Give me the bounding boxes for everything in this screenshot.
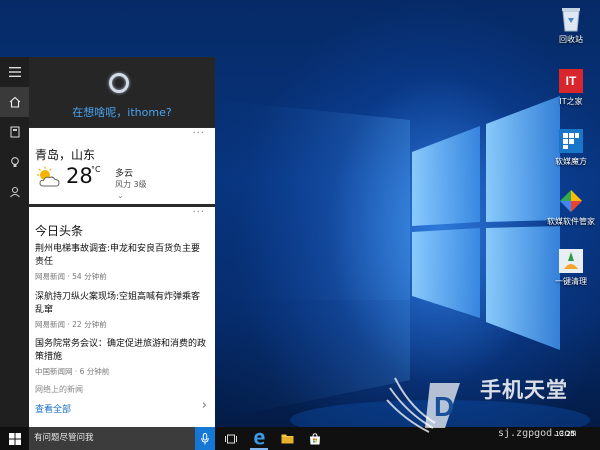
edge-icon: [253, 432, 265, 445]
microphone-icon: [201, 432, 209, 444]
task-view-button[interactable]: [217, 427, 245, 450]
software-manager-icon: [558, 188, 584, 214]
chevron-down-icon[interactable]: ⌄: [117, 191, 124, 200]
hamburger-menu-button[interactable]: [0, 57, 29, 87]
lightbulb-icon: [10, 157, 19, 167]
cortana-search-box[interactable]: 有问题尽管问我: [29, 427, 195, 450]
windows-logo-icon: [8, 432, 21, 445]
desktop-icon-software-manager[interactable]: 软媒软件管家: [542, 188, 600, 227]
desktop-icon-label: IT之家: [559, 97, 583, 106]
clean-icon: [558, 248, 584, 274]
svg-text:D: D: [434, 391, 454, 422]
ithome-icon: IT: [558, 68, 584, 94]
chevron-right-icon[interactable]: ›: [202, 398, 207, 413]
desktop-icon-rubik[interactable]: 软媒魔方: [542, 128, 600, 167]
hamburger-icon: [8, 67, 21, 77]
desktop-icon-ithome[interactable]: IT IT之家: [542, 68, 600, 107]
news-card-title: 今日头条: [35, 224, 84, 238]
rail-reminders-button[interactable]: [0, 147, 29, 177]
cortana-header: 在想啥呢，ithome?: [29, 57, 215, 127]
recycle-bin-icon: [558, 6, 584, 32]
news-card: ··· 今日头条 荆州电梯事故调查:申龙和安良百货负主要责任 网易新闻 · 54…: [29, 207, 215, 427]
file-explorer-button[interactable]: [273, 427, 301, 450]
rail-notebook-button[interactable]: [0, 117, 29, 147]
news-item[interactable]: 荆州电梯事故调查:申龙和安良百货负主要责任 网易新闻 · 54 分钟前: [35, 243, 207, 282]
notebook-icon: [9, 126, 20, 138]
site-watermark: D 手机天堂 sj.zgpgod.com: [386, 368, 600, 450]
news-headline: 国务院常务会议：确定促进旅游和消费的政策措施: [35, 339, 207, 362]
desktop-icon-label: 回收站: [559, 35, 583, 44]
store-bag-icon: [310, 432, 320, 444]
winged-logo-icon: D: [386, 377, 460, 433]
rail-feedback-button[interactable]: [0, 177, 29, 207]
watermark-brand: 手机天堂: [480, 378, 568, 402]
edge-browser-button[interactable]: [245, 427, 273, 450]
news-source: 网易新闻 · 54 分钟前: [35, 272, 107, 281]
weather-wind: 风力 3级: [115, 180, 147, 189]
news-source: 中国新闻网 · 6 分钟前: [35, 367, 110, 376]
desktop-icon-label: 一键清理: [555, 277, 587, 286]
microphone-button[interactable]: [195, 427, 215, 450]
start-rail: [0, 57, 29, 427]
folder-icon: [281, 434, 293, 444]
weather-unit: °C: [91, 165, 101, 174]
card-more-button[interactable]: ···: [192, 128, 205, 139]
store-button[interactable]: [301, 427, 329, 450]
desktop-icon-label: 软媒魔方: [555, 157, 587, 166]
weather-temperature: 28: [66, 164, 93, 188]
news-headline: 荆州电梯事故调查:申龙和安良百货负主要责任: [35, 244, 201, 267]
feedback-icon: [9, 186, 20, 198]
cortana-greeting: 在想啥呢，ithome?: [72, 106, 172, 119]
news-item[interactable]: 国务院常务会议：确定促进旅游和消费的政策措施 中国新闻网 · 6 分钟前: [35, 338, 207, 377]
home-icon: [9, 96, 20, 108]
card-more-button[interactable]: ···: [192, 207, 205, 218]
partly-cloudy-icon: [35, 166, 63, 192]
news-source: 网易新闻 · 22 分钟前: [35, 320, 107, 329]
desktop-icon-label: 软媒软件管家: [547, 217, 595, 226]
weather-card[interactable]: ··· 青岛，山东 28 °C 多云 风力 3级 ⌄: [29, 128, 215, 204]
task-view-icon: [225, 434, 237, 443]
desktop-icon-clean[interactable]: 一键清理: [542, 248, 600, 287]
desktop-icon-recycle-bin[interactable]: 回收站: [542, 6, 600, 45]
see-all-link[interactable]: 查看全部: [35, 402, 71, 415]
news-more-source: 网络上的新闻: [35, 385, 83, 394]
cortana-ring-icon[interactable]: [109, 73, 129, 93]
watermark-url: sj.zgpgod.com: [498, 428, 577, 439]
rail-home-button[interactable]: [0, 87, 29, 117]
rubik-cube-icon: [558, 128, 584, 154]
news-headline: 深航持刀纵火案现场:空姐高喊有炸弹乘客乱窜: [35, 292, 201, 315]
cortana-panel: 在想啥呢，ithome? ··· 青岛，山东 28 °C 多云 风力 3级 ⌄ …: [29, 57, 215, 427]
news-item[interactable]: 深航持刀纵火案现场:空姐高喊有炸弹乘客乱窜 网易新闻 · 22 分钟前: [35, 291, 207, 330]
weather-condition: 多云: [115, 169, 134, 179]
start-button[interactable]: [0, 427, 29, 450]
weather-city: 青岛，山东: [35, 148, 96, 162]
